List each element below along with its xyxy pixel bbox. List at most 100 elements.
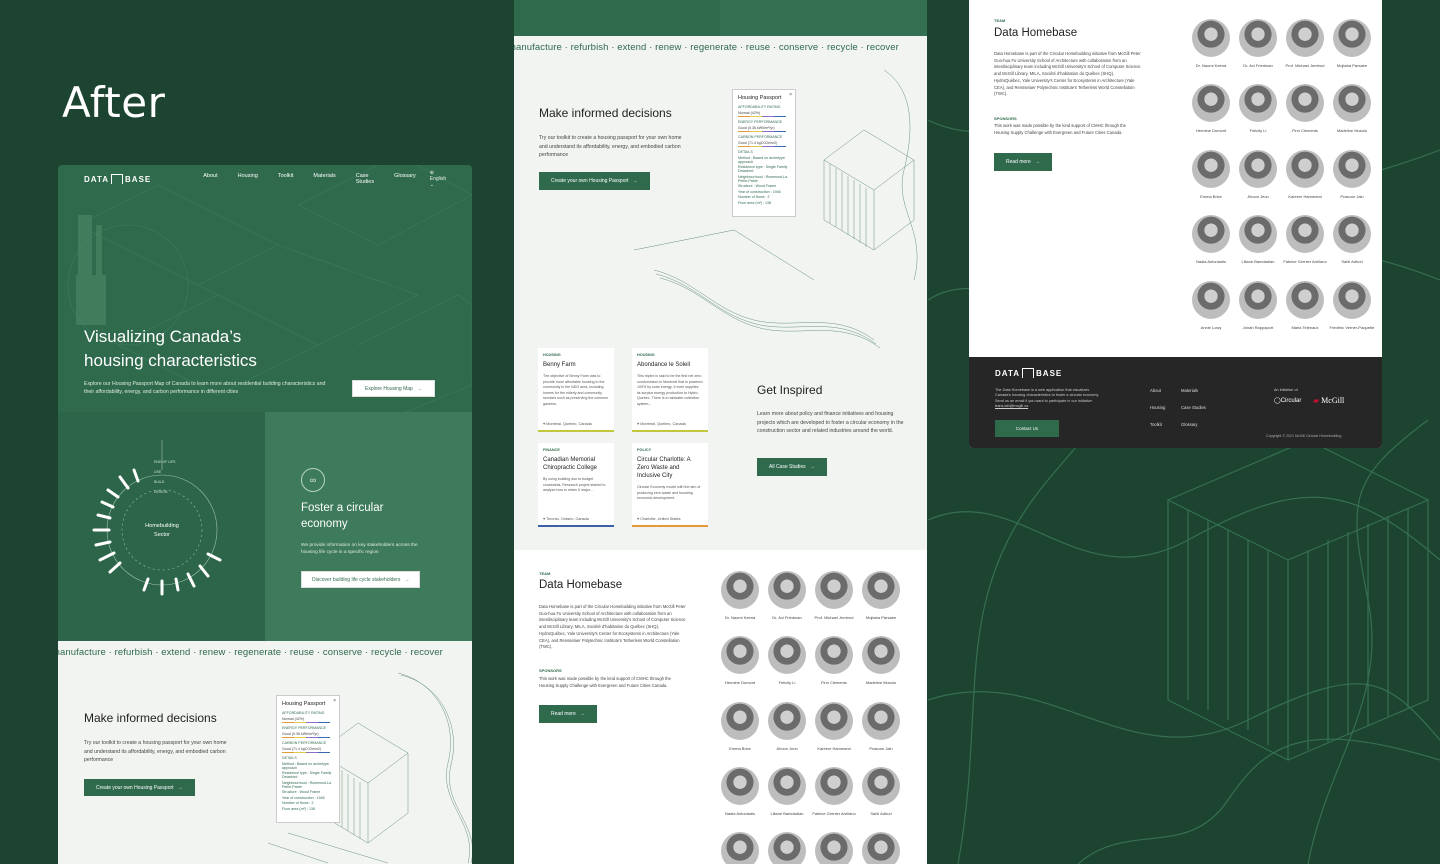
member-name: Mojtaba Parsaee <box>1336 63 1368 68</box>
card-location: ⌖ Charlotte, United States <box>637 517 681 521</box>
member-name: Jonah Rappaport <box>1242 325 1274 330</box>
team-member: Finn Clements <box>1280 84 1330 134</box>
member-name: Hermine Dumont <box>1195 128 1227 133</box>
team-member: Dr. Naomi Keena <box>1186 19 1236 69</box>
footer-link-about[interactable]: About <box>1150 388 1161 393</box>
ticker-banner: manufacture · refurbish · extend · renew… <box>58 641 472 663</box>
nav-link-about[interactable]: About <box>203 173 217 185</box>
all-case-studies-button[interactable]: All Case Studies → <box>757 458 827 476</box>
card-category: HOUSING <box>637 353 655 357</box>
footer-link-toolkit[interactable]: Toolkit <box>1150 422 1162 427</box>
case-study-card[interactable]: HOUSING Benny Farm The objective of Benn… <box>538 348 614 432</box>
passport-detail: Residence type : Single Family Detached <box>282 771 332 780</box>
team-member: Fabrice Grenier Arellano <box>809 767 859 817</box>
read-more-label: Read more <box>551 711 576 717</box>
avatar <box>862 767 900 805</box>
team-member: Prof. Michael Jemtrud <box>1280 19 1330 69</box>
foster-subtitle: We provide information on key stakeholde… <box>301 543 418 555</box>
nav-link-materials[interactable]: Materials <box>313 173 335 185</box>
member-name: Liliane Bamdadian <box>770 811 804 816</box>
language-selector[interactable]: ⊕ English ⌄ <box>430 170 446 188</box>
card-location-text: Toronto, Ontario, Canada <box>546 517 589 521</box>
nav-link-toolkit[interactable]: Toolkit <box>278 173 294 185</box>
member-name: Sahil Adhuri <box>870 811 892 816</box>
team-member: Emma Brice <box>715 702 765 752</box>
card-location-text: Charlotte, United States <box>640 517 681 521</box>
circular-logo-mark: ◯ <box>1274 398 1281 404</box>
footer-description: The Data Homebase is a web application t… <box>995 388 1105 410</box>
passport-detail: Year of construction : 1946 <box>282 795 325 800</box>
passport-detail: Residence type : Single Family Detached <box>738 165 788 174</box>
member-name: Kareem Hammami <box>1288 194 1322 199</box>
avatar <box>721 767 759 805</box>
avatar <box>1333 150 1371 188</box>
passport-detail: Method : Based on archetype approach <box>738 155 785 164</box>
explore-button-label: Explore Housing Map <box>365 385 413 392</box>
avatar <box>1192 19 1230 57</box>
passport-carbon-value: Good (71.4 kgCO2e/m2) <box>282 746 322 751</box>
mcgill-logo[interactable]: ▰ McGill <box>1313 396 1344 405</box>
footer-link-glossary[interactable]: Glossary <box>1181 422 1198 427</box>
passport-energy-label: ENERGY PERFORMANCE <box>738 120 783 125</box>
passport-affordability-value: Normal (42%) <box>282 716 305 721</box>
arrow-right-icon: → <box>177 784 183 791</box>
nav-link-housing[interactable]: Housing <box>238 173 258 185</box>
passport-energy-label: ENERGY PERFORMANCE <box>282 726 327 731</box>
team-member: Dr. Naomi Keena <box>715 571 765 621</box>
passport-close-icon[interactable]: × <box>333 698 336 704</box>
case-study-card[interactable]: HOUSING Abondance le Soleil This triplex… <box>632 348 708 432</box>
avatar <box>768 832 806 864</box>
hero-background-pattern <box>67 165 472 415</box>
contact-us-button[interactable]: Contact Us <box>995 420 1059 437</box>
footer-link-housing[interactable]: Housing <box>1150 405 1165 410</box>
team-body: Data Homebase is part of the Circular Ho… <box>539 604 686 650</box>
create-passport-button[interactable]: Create your own Housing Passport → <box>539 172 650 190</box>
team-member: Madeline Musolo <box>1327 84 1377 134</box>
avatar <box>1239 215 1277 253</box>
team-member: Liliane Bamdadian <box>1233 215 1283 265</box>
team-member: Hermine Dumont <box>1186 84 1236 134</box>
homebuilding-sector-section: END OF LIFE USE BUILD DESIGN Homebuildin… <box>58 412 265 641</box>
passport-close-icon[interactable]: × <box>789 92 792 98</box>
team-member: Finn Clements <box>809 636 859 686</box>
member-name: Fabrice Grenier Arellano <box>812 811 856 816</box>
team-member: Sahil Adhuri <box>856 767 906 817</box>
footer-link-materials[interactable]: Materials <box>1181 388 1198 393</box>
house-logo-icon <box>111 174 124 184</box>
discover-stakeholders-button[interactable]: Discover building life cycle stakeholder… <box>301 571 421 588</box>
team-member: Liliane Bamdadian <box>762 767 812 817</box>
arrow-right-icon: → <box>632 178 638 184</box>
card-title: Abondance le Soleil <box>637 362 691 368</box>
footer-link-case-studies[interactable]: Case Studies <box>1181 405 1206 410</box>
read-more-button[interactable]: Read more → <box>994 153 1052 171</box>
read-more-label: Read more <box>1006 159 1031 165</box>
avatar <box>1333 215 1371 253</box>
passport-detail: Neighbourhood : Rosemont-La Petite-Patri… <box>738 174 788 183</box>
member-name: Emma Brice <box>729 746 751 751</box>
circular-logo[interactable]: ◯Circular <box>1274 397 1301 404</box>
team-member: Prasoon Jain <box>1327 150 1377 200</box>
team-member: Dr. Avi Friedman <box>1233 19 1283 69</box>
passport-detail: Year of construction : 1946 <box>738 189 781 194</box>
passport-detail: Number of floors : 2 <box>738 195 770 200</box>
nav-link-glossary[interactable]: Glossary <box>394 173 416 185</box>
passport-rating-bar <box>738 145 786 148</box>
team-footer-preview-panel: TEAM Data Homebase Data Homebase is part… <box>969 0 1382 448</box>
case-study-card[interactable]: FINANCE Canadian Memorial Chiropractic C… <box>538 443 614 527</box>
arrow-right-icon: → <box>579 711 585 717</box>
site-logo[interactable]: DATA BASE <box>84 174 151 184</box>
explore-housing-map-button[interactable]: Explore Housing Map → <box>352 380 435 397</box>
get-inspired-subtitle: Learn more about policy and finance init… <box>757 411 904 434</box>
passport-affordability-label: AFFORDABILITY RATING <box>282 711 325 715</box>
footer-logo[interactable]: DATA BASE <box>995 368 1062 378</box>
card-location: ⌖ Montreal, Quebec, Canada <box>543 422 592 426</box>
create-passport-button[interactable]: Create your own Housing Passport → <box>84 779 195 796</box>
read-more-button[interactable]: Read more → <box>539 705 597 723</box>
nav-link-case-studies[interactable]: Case Studies <box>356 173 374 185</box>
member-name: Fabrice Grenier Arellano <box>1283 259 1327 264</box>
case-study-card[interactable]: POLICY Circular Charlotte: A Zero Waste … <box>632 443 708 527</box>
passport-detail: Structure : Wood Frame <box>282 790 321 795</box>
footer-email-link[interactable]: trans.lab@mcgill.ca <box>995 404 1028 408</box>
create-passport-label: Create your own Housing Passport <box>96 784 174 791</box>
team-member <box>715 832 765 864</box>
